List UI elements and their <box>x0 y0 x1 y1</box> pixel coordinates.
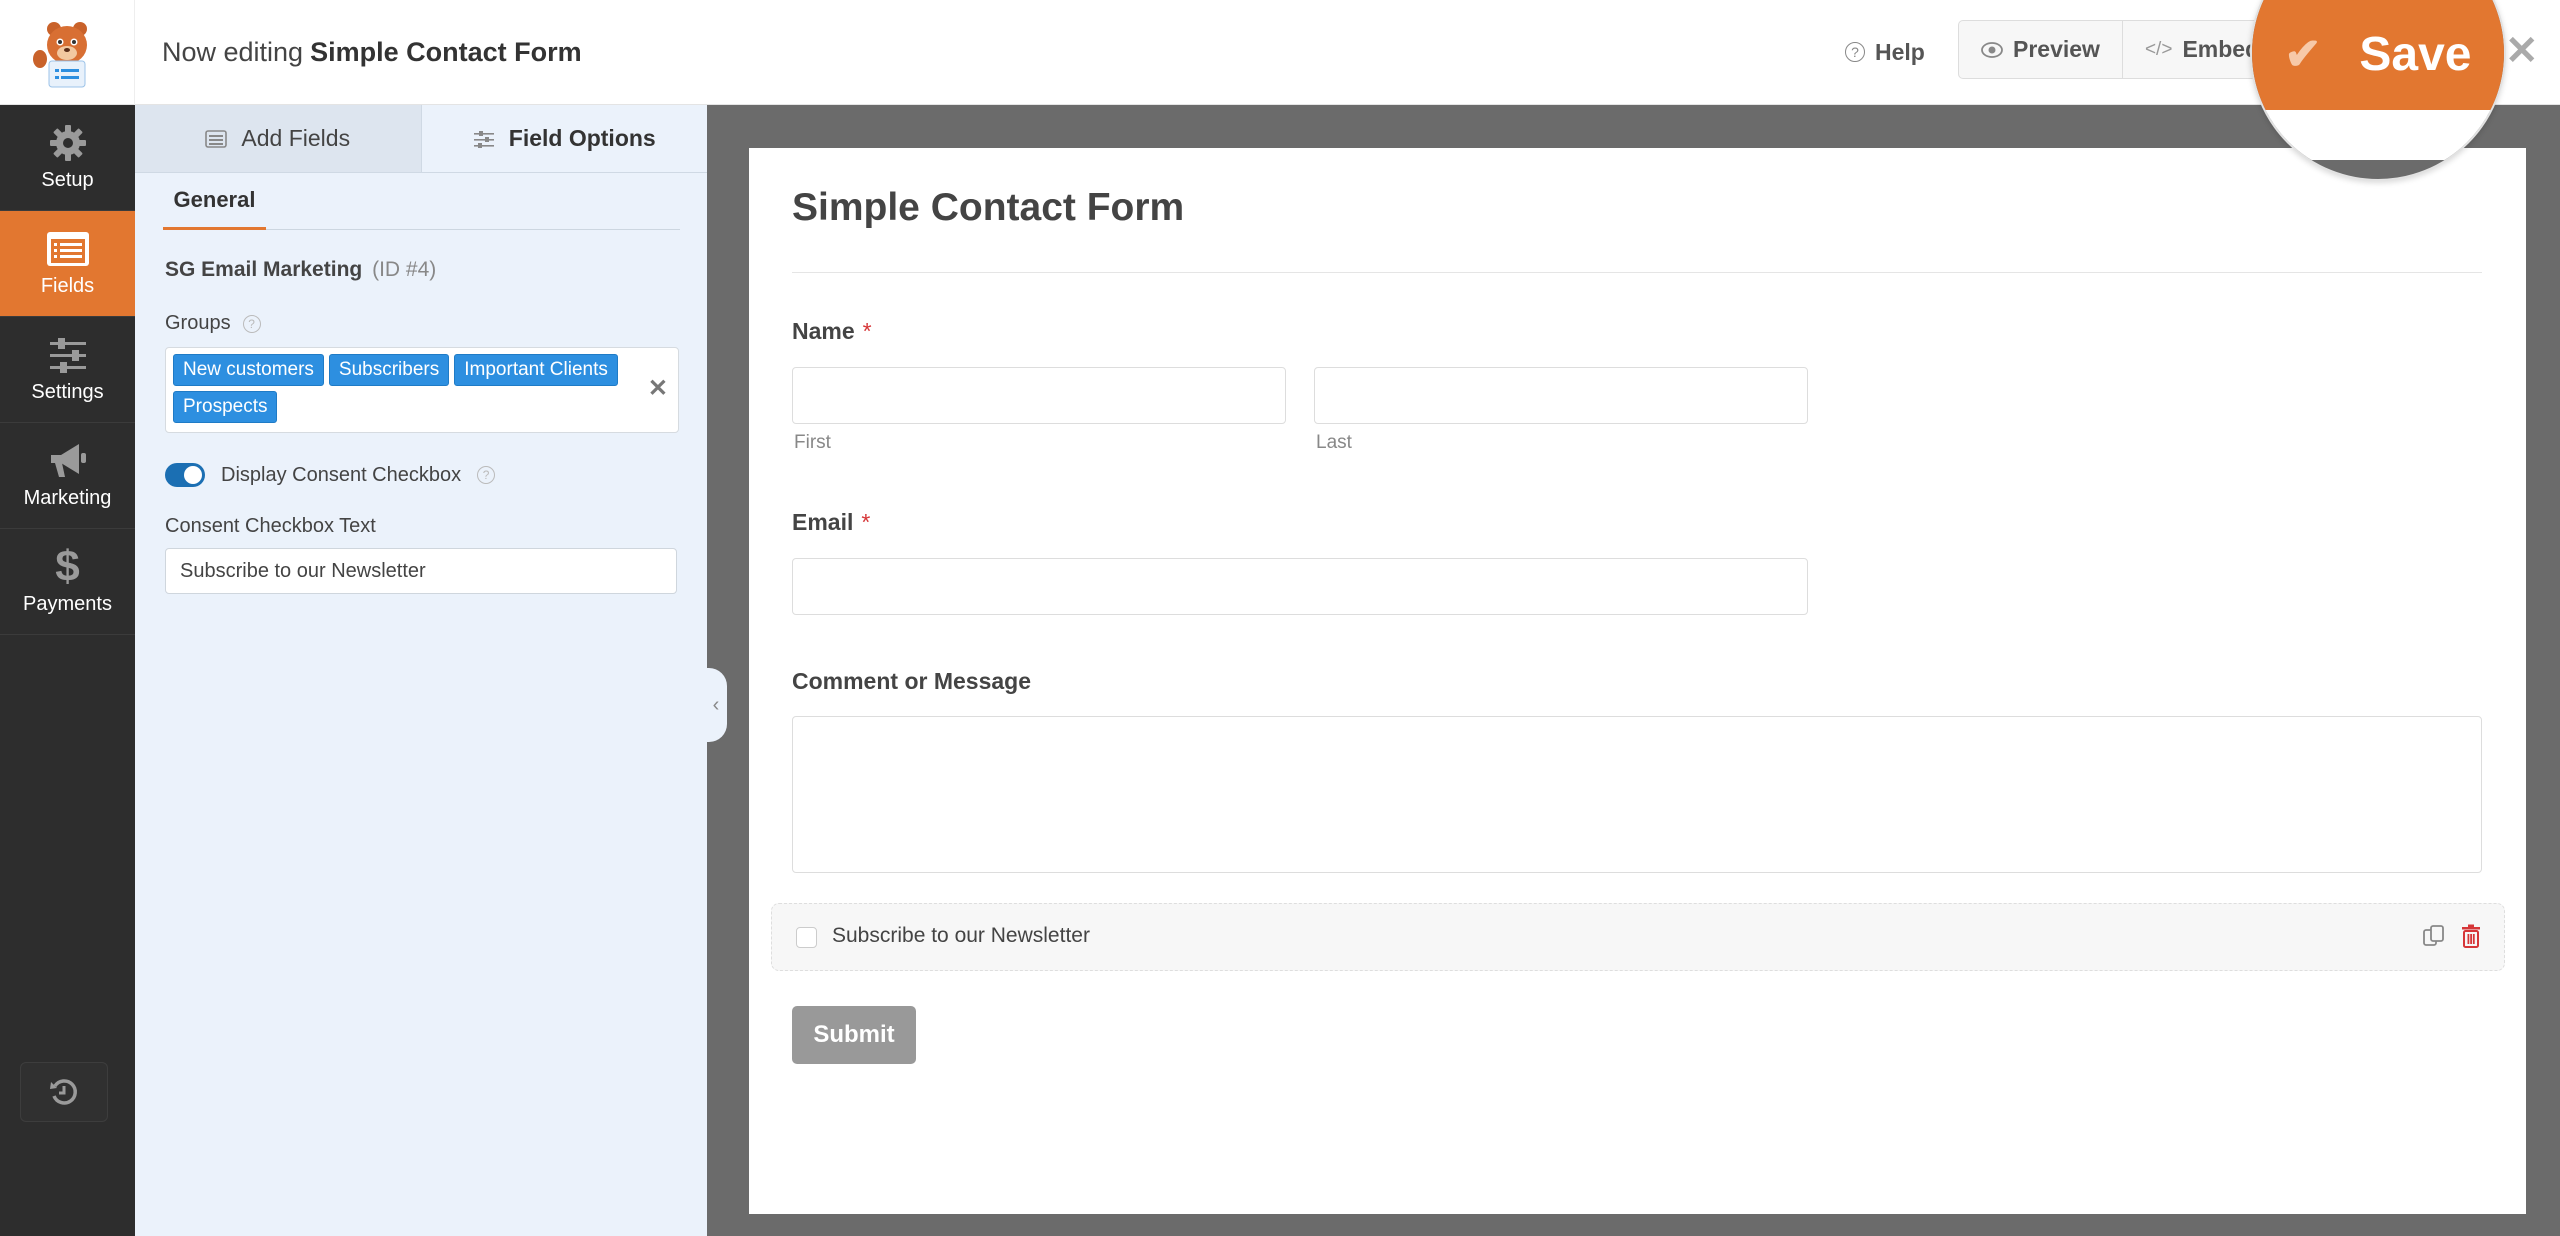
message-field-label: Comment or Message <box>792 668 1032 694</box>
gear-icon <box>46 123 90 163</box>
last-name-input[interactable] <box>1314 367 1808 424</box>
sidebar-label: Settings <box>31 381 104 403</box>
sliders-icon <box>46 335 90 375</box>
submit-button[interactable]: Submit <box>792 1006 916 1064</box>
groups-label-row: Groups ? <box>165 312 678 335</box>
help-button[interactable]: ? Help <box>1845 32 1925 72</box>
save-label: Save <box>2359 28 2472 81</box>
field-name: SG Email Marketing <box>165 258 363 281</box>
preview-label: Preview <box>2013 36 2100 62</box>
consent-checkbox-label: Subscribe to our Newsletter <box>832 924 1090 947</box>
revisions-button[interactable] <box>20 1062 108 1122</box>
help-circle-icon: ? <box>1845 42 1865 62</box>
header-actions: Preview </> Embed <box>1958 20 2301 79</box>
code-icon: </> <box>2144 38 2173 60</box>
consent-text-label: Consent Checkbox Text <box>165 515 376 537</box>
megaphone-icon <box>46 441 90 481</box>
preview-button[interactable]: Preview <box>1959 21 2123 78</box>
close-icon[interactable]: ✕ <box>2505 28 2539 74</box>
label-text: Name <box>792 318 855 344</box>
required-mark: * <box>862 318 872 344</box>
sidebar-item-marketing[interactable]: Marketing <box>0 423 135 529</box>
field-heading: SG Email Marketing (ID #4) <box>165 258 678 282</box>
checkmark-icon: ✔ <box>2284 30 2322 79</box>
field-actions <box>2422 924 2482 948</box>
page-title: Now editing Simple Contact Form <box>162 0 582 105</box>
consent-text-input[interactable]: Subscribe to our Newsletter <box>165 548 677 594</box>
form-name: Simple Contact Form <box>310 37 582 67</box>
message-textarea[interactable] <box>792 716 2482 873</box>
dollar-icon: $ <box>55 542 80 591</box>
tab-label: Add Fields <box>241 125 351 151</box>
email-input[interactable] <box>792 558 1808 615</box>
eye-icon <box>1981 41 2003 58</box>
collapse-panel-button[interactable]: ‹ <box>705 668 727 742</box>
fields-list-icon <box>46 229 90 269</box>
consent-checkbox[interactable] <box>796 927 817 948</box>
email-field-label: Email * <box>792 509 870 536</box>
field-options-panel: Add Fields Field Options General SG Emai… <box>135 105 707 1236</box>
history-icon <box>50 1079 77 1105</box>
wpforms-logo <box>0 0 135 105</box>
sliders-icon <box>473 130 494 148</box>
required-mark: * <box>861 509 871 535</box>
group-chip[interactable]: Subscribers <box>328 354 450 386</box>
sidebar-label: Setup <box>41 169 94 191</box>
embed-label: Embed <box>2182 36 2260 62</box>
field-id: (ID #4) <box>372 258 437 281</box>
builder-sidebar: Setup Fields Settings Marketing $ Paymen… <box>0 105 135 1236</box>
duplicate-icon[interactable] <box>2422 924 2446 948</box>
sidebar-item-payments[interactable]: $ Payments <box>0 529 135 635</box>
options-subtabs: General <box>163 173 680 230</box>
groups-select[interactable]: New customers Subscribers Important Clie… <box>165 347 679 433</box>
sidebar-label: Payments <box>23 593 112 615</box>
label-text: Email <box>792 509 854 535</box>
tab-add-fields[interactable]: Add Fields <box>135 105 422 172</box>
subtab-general[interactable]: General <box>163 173 266 230</box>
bear-mascot-icon <box>33 21 87 87</box>
help-label: Help <box>1875 38 1925 65</box>
title-prefix: Now editing <box>162 37 304 67</box>
consent-toggle-row: Display Consent Checkbox ? <box>165 463 678 487</box>
trash-icon[interactable] <box>2460 924 2482 948</box>
divider <box>792 272 2482 273</box>
group-chip[interactable]: Important Clients <box>454 354 618 386</box>
clear-groups-icon[interactable]: ✕ <box>648 374 668 403</box>
panel-tabs: Add Fields Field Options <box>135 105 707 173</box>
sidebar-label: Fields <box>40 275 95 297</box>
tab-label: Field Options <box>508 125 656 151</box>
tab-field-options[interactable]: Field Options <box>422 105 708 172</box>
help-circle-icon[interactable]: ? <box>242 314 261 333</box>
sidebar-item-setup[interactable]: Setup <box>0 105 135 211</box>
top-header: Now editing Simple Contact Form ? Help P… <box>0 0 2560 105</box>
first-sublabel: First <box>794 432 831 453</box>
sidebar-label: Marketing <box>23 487 112 509</box>
consent-field-row[interactable]: Subscribe to our Newsletter <box>771 903 2505 971</box>
save-button[interactable]: ✔ Save <box>2252 27 2504 82</box>
group-chip[interactable]: New customers <box>173 354 324 386</box>
sidebar-item-settings[interactable]: Settings <box>0 317 135 423</box>
consent-toggle[interactable] <box>165 463 205 487</box>
list-icon <box>205 129 228 148</box>
sidebar-item-fields[interactable]: Fields <box>0 211 135 317</box>
save-button-magnifier: ✔ Save <box>2250 0 2506 181</box>
name-field-label: Name * <box>792 318 872 345</box>
groups-label: Groups <box>165 312 231 334</box>
form-preview: Simple Contact Form Name * First Last Ema… <box>749 148 2526 1214</box>
help-circle-icon[interactable]: ? <box>477 466 496 484</box>
first-name-input[interactable] <box>792 367 1286 424</box>
group-chip[interactable]: Prospects <box>173 391 278 423</box>
last-sublabel: Last <box>1316 432 1352 453</box>
consent-toggle-label: Display Consent Checkbox <box>221 463 462 486</box>
form-title: Simple Contact Form <box>792 186 1185 229</box>
chevron-left-icon: ‹ <box>712 693 720 716</box>
